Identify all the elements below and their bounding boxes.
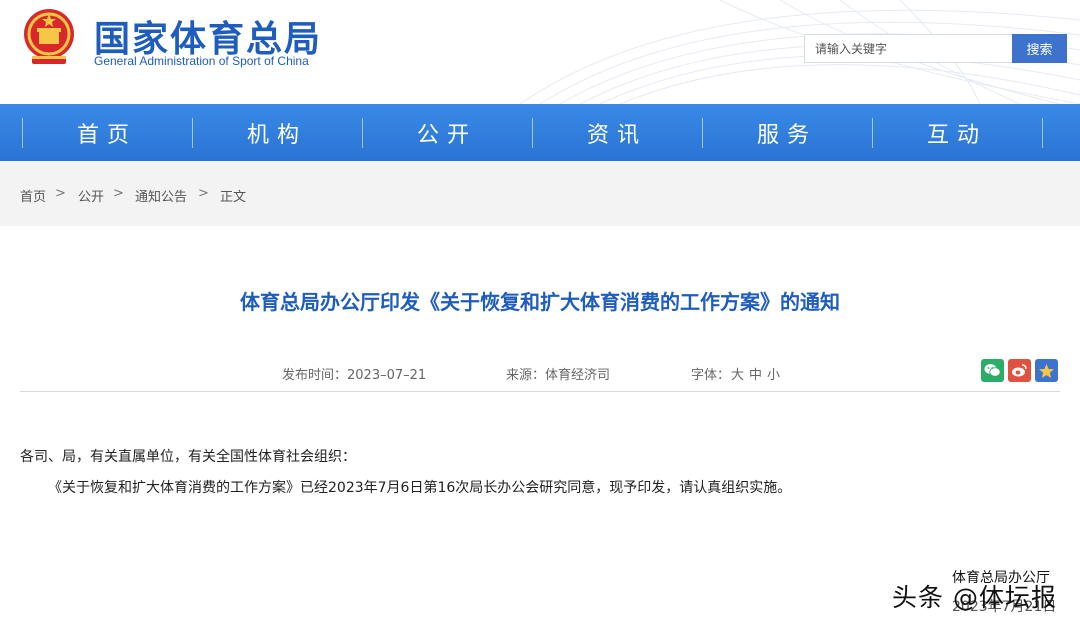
- main-nav: 首页 机构 公开 资讯 服务 互动: [0, 104, 1080, 161]
- site-header: 国家体育总局 General Administration of Sport o…: [0, 0, 1080, 104]
- font-size-label: 字体：: [691, 368, 731, 383]
- breadcrumb-public[interactable]: 公开: [78, 186, 104, 205]
- font-size-large[interactable]: 大: [731, 364, 744, 383]
- breadcrumb-separator: >: [198, 186, 209, 201]
- article-paragraph: 《关于恢复和扩大体育消费的工作方案》已经2023年7月6日第16次局长办公会研究…: [48, 480, 792, 496]
- nav-item-news[interactable]: 资讯: [532, 104, 702, 161]
- site-logo-subtitle: General Administration of Sport of China: [94, 54, 309, 68]
- nav-item-home[interactable]: 首页: [22, 104, 192, 161]
- publish-date: 发布时间：2023–07–21: [282, 368, 427, 383]
- nav-item-services[interactable]: 服务: [702, 104, 872, 161]
- watermark-toutiao: 头条 @体坛报: [892, 583, 1057, 612]
- search-input[interactable]: [804, 34, 1012, 63]
- weibo-icon[interactable]: [1008, 359, 1031, 382]
- weibo-glyph: [1012, 364, 1027, 377]
- search-button[interactable]: 搜索: [1012, 34, 1067, 63]
- breadcrumb-separator: >: [55, 186, 66, 201]
- nav-item-interaction[interactable]: 互动: [872, 104, 1042, 161]
- wechat-glyph: [984, 364, 1001, 377]
- article-salutation: 各司、局，有关直属单位，有关全国性体育社会组织：: [20, 449, 356, 465]
- wechat-icon[interactable]: [981, 359, 1004, 382]
- nav-item-public[interactable]: 公开: [362, 104, 532, 161]
- breadcrumb-notices[interactable]: 通知公告: [135, 186, 187, 205]
- nav-separator: [1042, 118, 1043, 148]
- national-emblem-logo: [24, 9, 74, 64]
- meta-divider: [20, 391, 1060, 392]
- breadcrumb-current: 正文: [220, 190, 247, 205]
- star-glyph: [1039, 363, 1054, 378]
- article-title: 体育总局办公厅印发《关于恢复和扩大体育消费的工作方案》的通知: [240, 290, 840, 314]
- font-size-small[interactable]: 小: [767, 364, 780, 383]
- breadcrumb-home[interactable]: 首页: [20, 186, 46, 205]
- favorite-icon[interactable]: [1035, 359, 1058, 382]
- nav-item-organization[interactable]: 机构: [192, 104, 362, 161]
- font-size-medium[interactable]: 中: [749, 364, 762, 383]
- breadcrumb-separator: >: [113, 186, 124, 201]
- article-source: 来源：体育经济司: [506, 368, 611, 383]
